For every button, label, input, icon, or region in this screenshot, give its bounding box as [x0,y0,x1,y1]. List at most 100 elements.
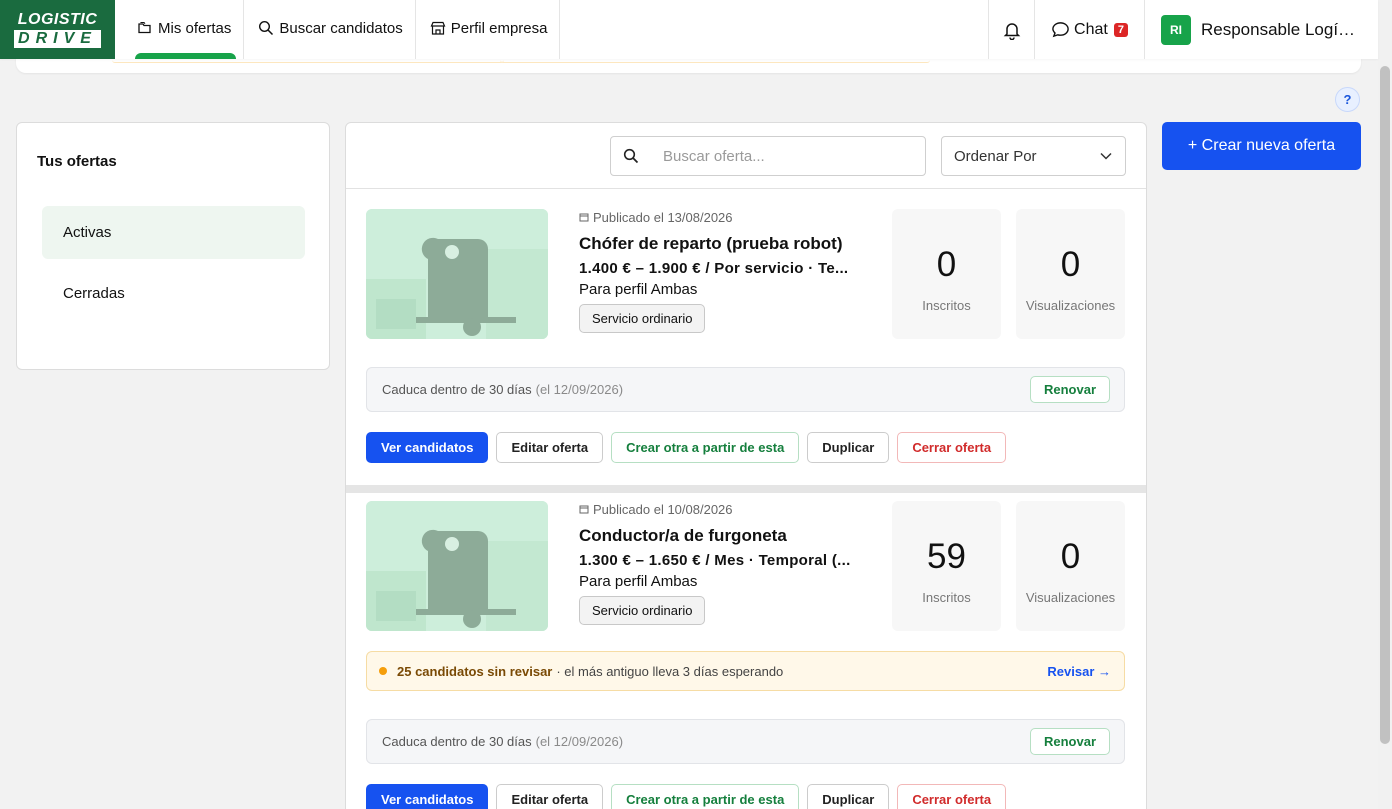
views-label: Visualizaciones [1025,298,1116,313]
offers-sidebar: Tus ofertas Activas Cerradas [16,122,330,370]
chat-label: Chat [1074,20,1108,38]
truck-illustration [366,501,548,631]
expiry-date: (el 12/09/2026) [535,734,624,749]
registered-count: 0 [936,245,957,284]
offer-salary: 1.400 € – 1.900 € / Por servicio · Te... [579,260,849,277]
divider [346,188,1146,189]
duplicate-button[interactable]: Duplicar [807,784,890,809]
offer-meta: Publicado el 13/08/2026 Chófer de repart… [579,209,874,333]
views-stat: 0 Visualizaciones [1016,501,1125,631]
logo-line-2: DRIVE [14,30,101,48]
sidebar-item-label: Cerradas [63,285,125,302]
user-name: Responsable Logí… [1201,19,1356,39]
nav-label: Buscar candidatos [279,19,403,37]
unreviewed-alert: 25 candidatos sin revisar · el más antig… [366,651,1125,691]
expiry-text: Caduca dentro de 30 días [382,382,532,397]
alert-text: · el más antiguo lleva 3 días esperando [556,663,784,679]
offer-actions: Ver candidatos Editar oferta Crear otra … [366,784,1007,809]
edit-offer-button[interactable]: Editar oferta [496,784,604,809]
store-icon [430,21,446,35]
registered-count: 59 [927,537,966,576]
search-icon [259,20,274,36]
chat-bubble-icon [1052,22,1069,38]
offer-salary: 1.300 € – 1.650 € / Mes · Temporal (... [579,552,851,569]
alert-count: 25 candidatos sin revisar [397,663,553,679]
chevron-down-icon [1100,152,1112,160]
duplicate-button[interactable]: Duplicar [807,432,890,463]
view-candidates-button[interactable]: Ver candidatos [366,432,489,463]
service-chip: Servicio ordinario [579,304,706,333]
published-text: Publicado el 13/08/2026 [593,209,733,225]
registered-stat: 59 Inscritos [892,501,1001,631]
create-from-offer-button[interactable]: Crear otra a partir de esta [611,432,800,463]
expiry-date: (el 12/09/2026) [535,382,624,397]
registered-label: Inscritos [922,298,971,313]
review-link[interactable]: Revisar → [1047,664,1111,679]
sort-select[interactable]: Ordenar Por [941,136,1126,176]
page-scrollbar[interactable] [1378,0,1392,809]
search-box[interactable] [610,136,926,176]
published-text: Publicado el 10/08/2026 [593,501,733,517]
bell-icon [1003,22,1020,40]
offers-panel: Ordenar Por Publicado el 13/08/2026 Chóf… [345,122,1147,809]
registered-label: Inscritos [922,590,971,605]
calendar-icon [579,505,589,514]
scrollbar-thumb[interactable] [1380,66,1390,744]
views-label: Visualizaciones [1025,590,1116,605]
expiry-bar: Caduca dentro de 30 días (el 12/09/2026)… [366,719,1125,764]
view-candidates-button[interactable]: Ver candidatos [366,784,489,809]
views-stat: 0 Visualizaciones [1016,209,1125,339]
avatar: RI [1161,14,1191,45]
offer-separator [346,485,1146,493]
notifications-button[interactable] [988,0,1034,59]
close-offer-button[interactable]: Cerrar oferta [897,432,1007,463]
service-chip: Servicio ordinario [579,596,706,625]
expiry-text: Caduca dentro de 30 días [382,734,532,749]
create-from-offer-button[interactable]: Crear otra a partir de esta [611,784,800,809]
truck-illustration [366,209,548,339]
calendar-icon [579,213,589,222]
registered-stat: 0 Inscritos [892,209,1001,339]
offer-title[interactable]: Chófer de reparto (prueba robot) [579,234,874,254]
offer-profile: Para perfil Ambas [579,573,698,590]
search-input[interactable] [663,147,903,165]
nav-label: Perfil empresa [450,19,548,37]
published-date: Publicado el 13/08/2026 [579,209,874,225]
renew-button[interactable]: Renovar [1030,376,1110,403]
help-button[interactable]: ? [1335,87,1360,112]
chat-button[interactable]: Chat 7 [1034,0,1144,59]
views-count: 0 [1060,245,1081,284]
warning-strip [500,60,930,63]
close-offer-button[interactable]: Cerrar oferta [897,784,1007,809]
edit-offer-button[interactable]: Editar oferta [496,432,604,463]
published-date: Publicado el 10/08/2026 [579,501,874,517]
offer-image [366,501,548,631]
nav-perfil-empresa[interactable]: Perfil empresa [416,0,561,59]
offer-actions: Ver candidatos Editar oferta Crear otra … [366,432,1007,463]
logo[interactable]: LOGISTIC DRIVE [0,0,115,59]
status-dot [379,667,387,675]
create-offer-button[interactable]: + Crear nueva oferta [1162,122,1361,170]
warning-strip [112,60,504,63]
chat-count-badge: 7 [1113,22,1128,37]
offer-profile: Para perfil Ambas [579,281,698,298]
sidebar-item-cerradas[interactable]: Cerradas [42,267,305,320]
nav-mis-ofertas[interactable]: Mis ofertas [115,0,245,59]
nav-buscar-candidatos[interactable]: Buscar candidatos [244,0,416,59]
user-menu[interactable]: RI Responsable Logí… [1144,0,1378,59]
expiry-bar: Caduca dentro de 30 días (el 12/09/2026)… [366,367,1125,412]
folders-icon [138,21,151,34]
top-navbar: LOGISTIC DRIVE Mis ofertas Buscar candid… [0,0,1378,59]
nav-label: Mis ofertas [158,19,232,37]
offer-title[interactable]: Conductor/a de furgoneta [579,526,874,546]
sidebar-title: Tus ofertas [37,153,117,170]
views-count: 0 [1060,537,1081,576]
offer-meta: Publicado el 10/08/2026 Conductor/a de f… [579,501,874,625]
sort-label: Ordenar Por [954,147,1037,165]
renew-button[interactable]: Renovar [1030,728,1110,755]
search-icon [623,148,639,164]
sidebar-item-label: Activas [63,224,112,241]
offer-image [366,209,548,339]
sidebar-item-activas[interactable]: Activas [42,206,305,259]
logo-line-1: LOGISTIC [17,11,98,28]
